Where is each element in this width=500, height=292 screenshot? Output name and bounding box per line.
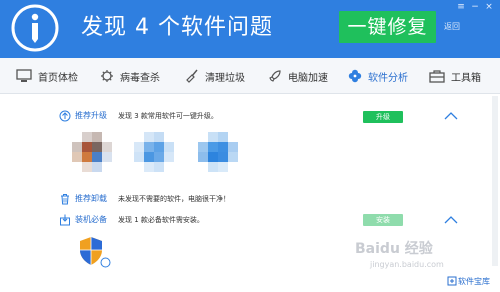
upgrade-button[interactable]: 升级 — [363, 111, 403, 123]
chevron-up-icon[interactable] — [444, 111, 458, 121]
app-thumbnail[interactable] — [72, 132, 112, 172]
tab-label: 工具箱 — [451, 72, 481, 84]
app-thumbnail[interactable] — [134, 132, 174, 172]
install-button[interactable]: 安装 — [363, 214, 403, 226]
main-tab-bar: 首页体检 病毒查杀 清理垃圾 电脑加速 软件分析 工具箱 — [0, 58, 500, 94]
select-radio-icon[interactable] — [100, 257, 111, 268]
upgrade-section-title: 推荐升级 — [75, 111, 107, 120]
software-store-icon — [447, 276, 457, 286]
tab-software-analysis[interactable]: 软件分析 — [348, 58, 408, 94]
tab-label: 软件分析 — [368, 72, 408, 84]
rocket-icon — [269, 70, 281, 82]
clover-icon — [348, 69, 362, 83]
minimize-icon[interactable]: − — [470, 2, 480, 12]
uninstall-section-title: 推荐卸载 — [75, 194, 107, 203]
tab-home-checkup[interactable]: 首页体检 — [16, 58, 78, 94]
one-click-fix-button[interactable]: 一键修复 — [339, 11, 436, 43]
tab-virus-scan[interactable]: 病毒查杀 — [100, 58, 160, 94]
broom-icon — [186, 69, 198, 83]
chevron-up-icon[interactable] — [444, 215, 458, 225]
install-box-icon — [60, 214, 70, 226]
upgrade-section-desc: 发现 3 款常用软件可一键升级。 — [118, 112, 218, 120]
top-banner: 发现 4 个软件问题 一键修复 返回 ≡ − × — [0, 0, 500, 58]
menu-icon[interactable]: ≡ — [456, 2, 466, 12]
essential-section-title: 装机必备 — [75, 215, 107, 224]
app-thumbnail[interactable] — [198, 132, 238, 172]
uninstall-section-desc: 未发现不需要的软件，电脑很干净！ — [118, 195, 230, 203]
toolbox-icon — [429, 70, 445, 83]
tab-label: 清理垃圾 — [205, 72, 245, 84]
shield-logo-icon — [11, 4, 59, 52]
watermark-url: jingyan.baidu.com — [370, 260, 444, 269]
tab-clean-junk[interactable]: 清理垃圾 — [185, 58, 245, 94]
tab-toolbox[interactable]: 工具箱 — [429, 58, 481, 94]
upgrade-icon — [59, 110, 71, 122]
page-title: 发现 4 个软件问题 — [81, 15, 273, 40]
essential-section-desc: 发现 1 款必备软件需安装。 — [118, 216, 204, 224]
software-store-link[interactable]: 软件宝库 — [458, 276, 490, 287]
monitor-icon — [16, 69, 32, 82]
scrollbar-track[interactable] — [492, 96, 498, 266]
tab-label: 电脑加速 — [288, 72, 328, 84]
virus-icon — [101, 70, 113, 82]
tab-label: 病毒查杀 — [120, 72, 160, 84]
trash-icon — [61, 194, 69, 205]
watermark: Baidu 经验 — [355, 241, 433, 257]
back-link[interactable]: 返回 — [444, 22, 460, 32]
close-icon[interactable]: × — [484, 2, 494, 12]
tab-speed-up[interactable]: 电脑加速 — [268, 58, 328, 94]
tab-label: 首页体检 — [38, 72, 78, 84]
